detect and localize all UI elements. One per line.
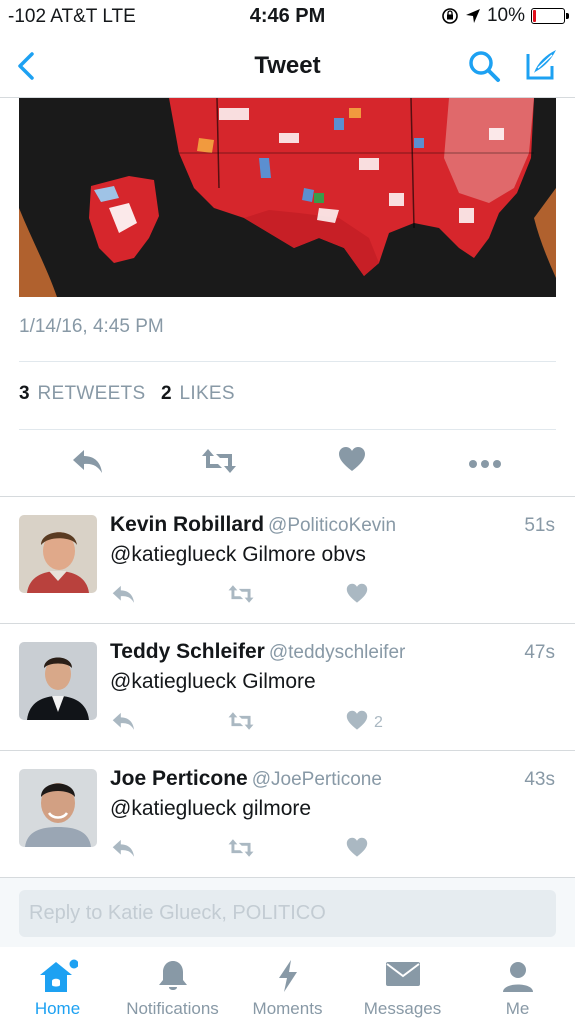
reply-author: Joe Perticone @JoePerticone: [110, 767, 382, 791]
reply-actions: 2: [110, 710, 410, 736]
reply-text: @katieglueck Gilmore obvs: [110, 543, 366, 566]
compose-tweet-button[interactable]: [522, 46, 560, 84]
reply-time: 47s: [524, 642, 555, 663]
author-handle[interactable]: @JoePerticone: [252, 769, 382, 790]
tab-label: Home: [34, 999, 81, 1018]
reply-actions: [110, 837, 410, 863]
tab-messages[interactable]: Messages: [345, 947, 460, 1024]
orientation-lock-icon: [442, 8, 458, 24]
likes-label: LIKES: [179, 383, 235, 404]
tweet-stats: 3 RETWEETS 2 LIKES: [19, 383, 235, 405]
retweets-label: RETWEETS: [37, 383, 146, 404]
likes-count: 2: [161, 383, 172, 404]
divider: [19, 429, 556, 430]
like-icon: [339, 447, 365, 471]
reply-icon[interactable]: [110, 837, 136, 859]
tab-moments[interactable]: Moments: [230, 947, 345, 1024]
reply-tweet[interactable]: Kevin Robillard @PoliticoKevin 51s @katie…: [0, 497, 575, 623]
retweet-icon[interactable]: [226, 583, 256, 605]
tab-home[interactable]: Home: [0, 947, 115, 1024]
retweet-button[interactable]: [200, 446, 238, 481]
envelope-icon: [385, 962, 420, 986]
likes-stat[interactable]: 2 LIKES: [161, 383, 235, 404]
tweet-actions: [0, 440, 575, 484]
like-count: 2: [374, 714, 383, 731]
tweet-media-map[interactable]: [19, 98, 556, 297]
status-bar: -102 AT&T LTE 4:46 PM 10%: [0, 0, 575, 34]
divider: [19, 361, 556, 362]
compose-tweet-icon: [526, 50, 556, 80]
reply-tweet[interactable]: Teddy Schleifer @teddyschleifer 47s @kati…: [0, 624, 575, 750]
lightning-icon: [278, 960, 297, 992]
like-icon[interactable]: [346, 583, 368, 605]
battery-percent: 10%: [486, 5, 525, 26]
search-button[interactable]: [466, 48, 502, 84]
us-county-map-image: [19, 98, 556, 297]
tab-label: Moments: [252, 999, 323, 1018]
reply-icon: [73, 450, 102, 473]
tweet-timestamp: 1/14/16, 4:45 PM: [19, 316, 164, 337]
avatar[interactable]: [19, 769, 97, 847]
reply-button[interactable]: [70, 446, 104, 481]
author-handle[interactable]: @teddyschleifer: [269, 642, 406, 663]
reply-author: Kevin Robillard @PoliticoKevin: [110, 513, 396, 537]
tab-label: Notifications: [126, 999, 219, 1018]
reply-input[interactable]: [19, 890, 556, 937]
avatar[interactable]: [19, 515, 97, 593]
author-name[interactable]: Kevin Robillard: [110, 513, 264, 536]
retweet-icon[interactable]: [226, 837, 256, 859]
retweet-icon: [202, 449, 236, 473]
reply-icon[interactable]: [110, 710, 136, 732]
like-icon[interactable]: [346, 710, 368, 732]
avatar[interactable]: [19, 642, 97, 720]
reply-text: @katieglueck Gilmore: [110, 670, 316, 693]
like-icon[interactable]: [346, 837, 368, 859]
more-button[interactable]: [468, 456, 502, 474]
reply-time: 43s: [524, 769, 555, 790]
reply-author: Teddy Schleifer @teddyschleifer: [110, 640, 405, 664]
tab-notifications[interactable]: Notifications: [115, 947, 230, 1024]
retweets-count: 3: [19, 383, 30, 404]
person-icon: [502, 962, 533, 992]
navigation-bar: Tweet: [0, 34, 575, 98]
reply-actions: [110, 583, 410, 609]
retweet-icon[interactable]: [226, 710, 256, 732]
reply-time: 51s: [524, 515, 555, 536]
tab-label: Messages: [363, 999, 442, 1018]
status-right: 10%: [441, 5, 569, 27]
reply-tweet[interactable]: Joe Perticone @JoePerticone 43s @katieglu…: [0, 751, 575, 877]
tab-label: Me: [505, 999, 530, 1018]
reply-text: @katieglueck gilmore: [110, 797, 312, 820]
author-name[interactable]: Joe Perticone: [110, 767, 248, 790]
author-handle[interactable]: @PoliticoKevin: [268, 515, 396, 536]
more-icon: [469, 460, 501, 468]
reply-composer[interactable]: [19, 890, 556, 937]
retweets-stat[interactable]: 3 RETWEETS: [19, 383, 155, 404]
search-icon: [469, 51, 500, 82]
tab-bar: Home Notifications Moments Messages Me: [0, 947, 575, 1024]
tab-me[interactable]: Me: [460, 947, 575, 1024]
like-button[interactable]: [338, 446, 366, 479]
bell-icon: [158, 961, 187, 990]
location-arrow-icon: [465, 9, 480, 23]
reply-icon[interactable]: [110, 583, 136, 605]
author-name[interactable]: Teddy Schleifer: [110, 640, 265, 663]
battery-icon: [531, 8, 569, 24]
home-icon: [39, 959, 78, 992]
